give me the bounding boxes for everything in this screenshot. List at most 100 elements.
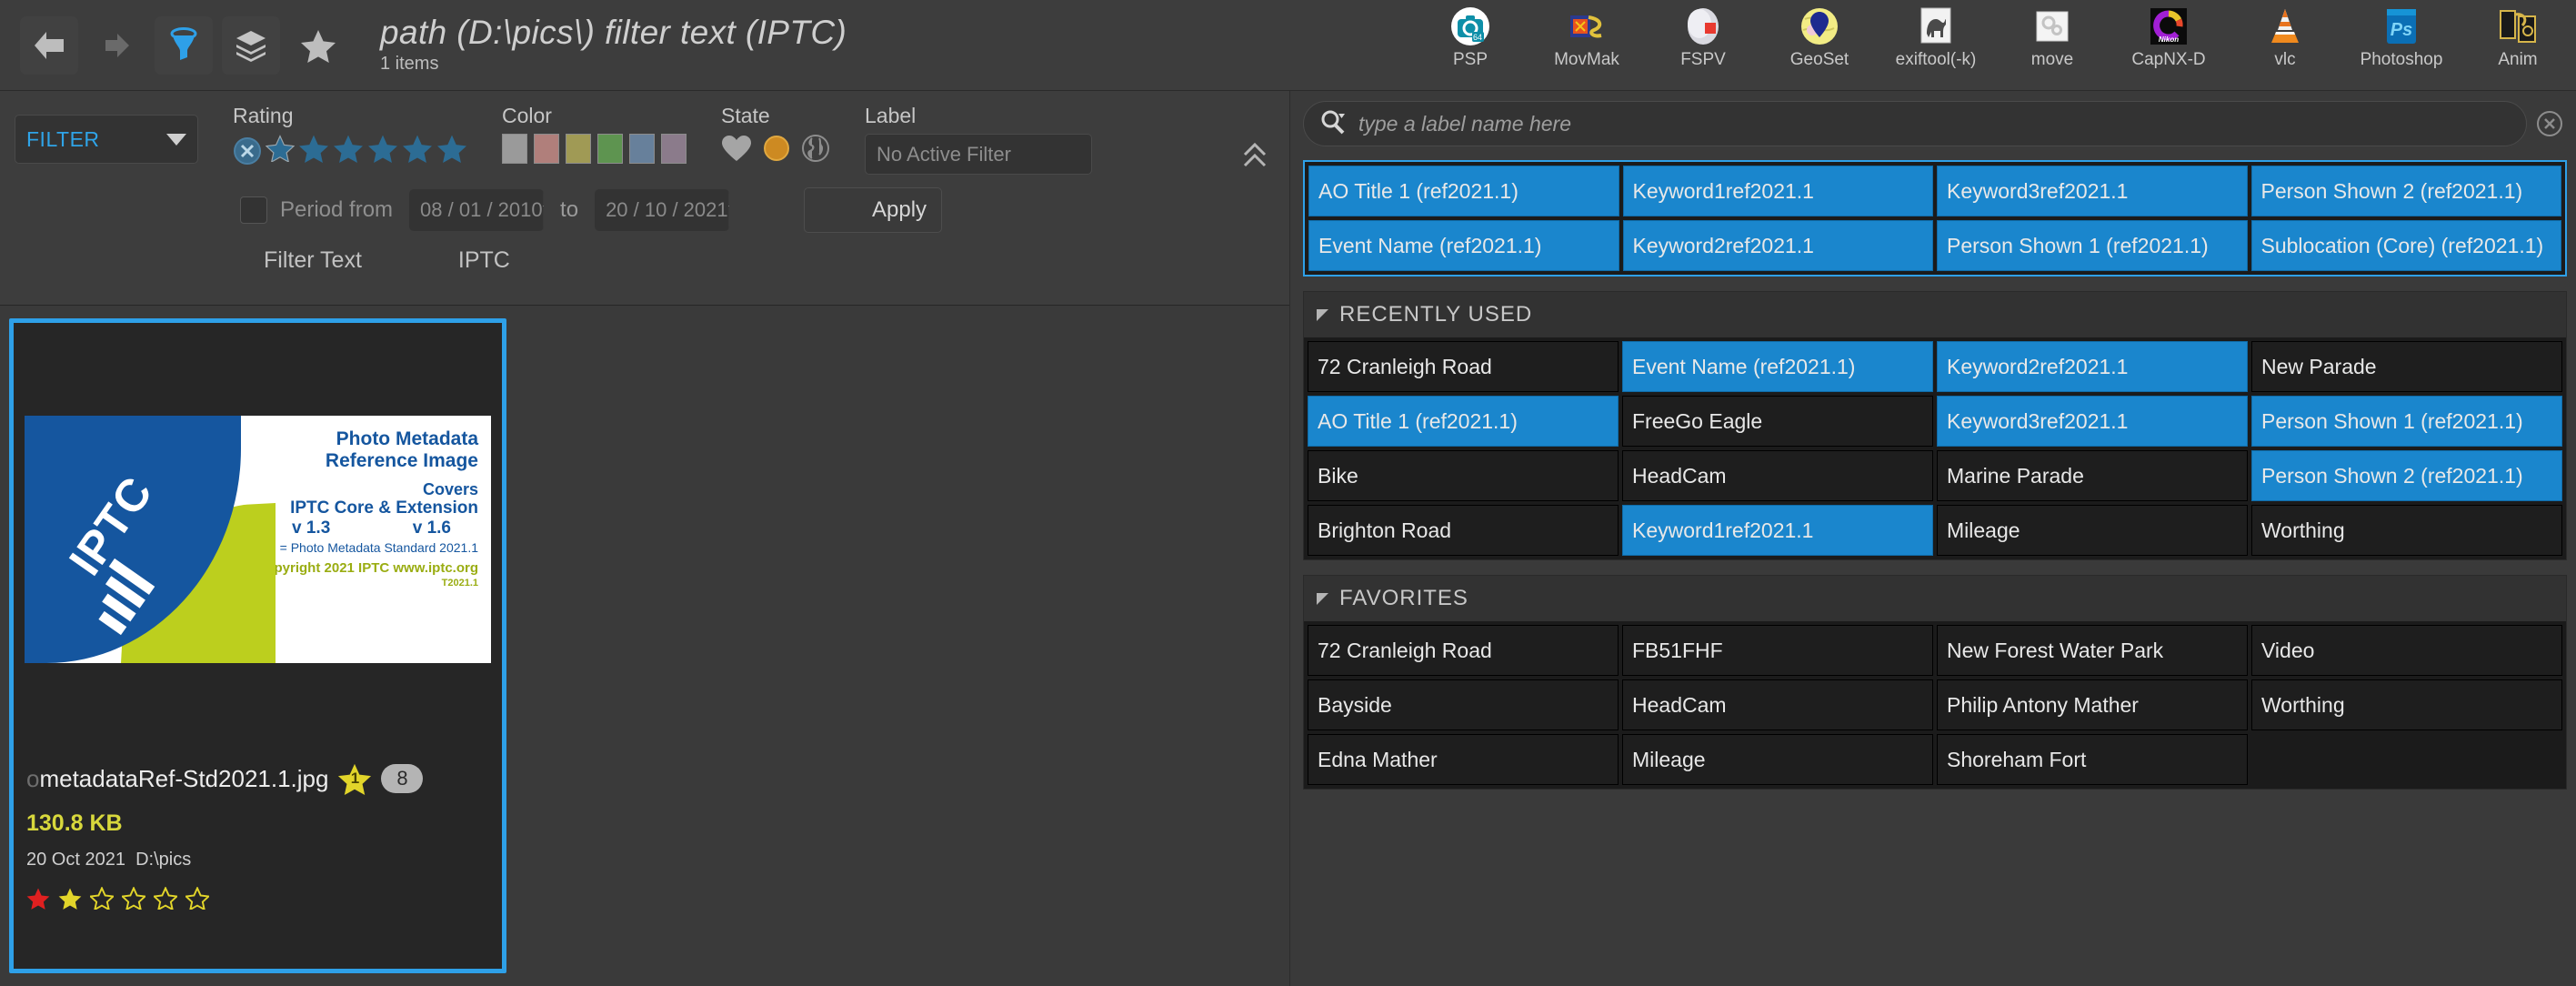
thumbnail-card[interactable]: IPTC Photo Metadata Reference Image Cove… [9, 318, 506, 973]
thumb-rating-star-6[interactable] [184, 886, 211, 914]
filter-mode-select[interactable]: FILTER [15, 115, 198, 164]
tag-cell[interactable]: Person Shown 2 (ref2021.1) [2250, 166, 2561, 216]
thumb-rating-star-5[interactable] [152, 886, 179, 914]
tag-cell[interactable]: HeadCam [1622, 450, 1933, 501]
tag-cell[interactable]: Sublocation (Core) (ref2021.1) [2250, 220, 2561, 271]
color-swatch-yellow[interactable] [566, 134, 591, 164]
active-label-field[interactable]: No Active Filter [865, 134, 1092, 175]
tag-cell[interactable]: Keyword2ref2021.1 [1622, 220, 1933, 271]
thumb-rating-star-1[interactable] [26, 887, 50, 914]
thumb-rating-star-2[interactable] [58, 887, 82, 914]
tag-cell[interactable]: Keyword2ref2021.1 [1937, 341, 2248, 392]
app-launcher-psp[interactable]: 64 PSP [1412, 0, 1529, 91]
date-to-dropdown[interactable] [727, 189, 730, 231]
app-launcher-bar: 64 PSP MovMak FSPV GeoSet exiftool(-k) m… [1412, 0, 2576, 91]
tag-cell[interactable]: Person Shown 2 (ref2021.1) [2251, 450, 2562, 501]
tag-cell[interactable]: HeadCam [1622, 679, 1933, 730]
circle-icon[interactable] [763, 135, 790, 166]
tag-cell[interactable]: Video [2251, 625, 2562, 676]
rating-star-3[interactable] [333, 134, 364, 167]
tag-cell[interactable]: Edna Mather [1308, 734, 1619, 785]
tag-cell[interactable]: Person Shown 1 (ref2021.1) [1937, 220, 2248, 271]
section-header[interactable]: FAVORITES [1304, 576, 2566, 621]
tag-cell[interactable]: New Forest Water Park [1937, 625, 2248, 676]
tag-cell[interactable]: Person Shown 1 (ref2021.1) [2251, 396, 2562, 447]
heart-icon[interactable] [721, 135, 752, 166]
tag-cell[interactable]: Worthing [2251, 679, 2562, 730]
rating-star-1[interactable] [265, 135, 296, 166]
tag-cell[interactable]: AO Title 1 (ref2021.1) [1308, 396, 1619, 447]
tag-cell[interactable]: FreeGo Eagle [1622, 396, 1933, 447]
app-launcher-fspv[interactable]: FSPV [1645, 0, 1761, 91]
tag-cell[interactable]: Brighton Road [1308, 505, 1619, 556]
color-swatch-grey[interactable] [502, 134, 527, 164]
clear-circle-icon[interactable] [2536, 110, 2563, 137]
tag-cell[interactable]: Event Name (ref2021.1) [1622, 341, 1933, 392]
layers-icon [234, 28, 268, 63]
section-header[interactable]: RECENTLY USED [1304, 292, 2566, 337]
collapse-triangle-icon[interactable] [1317, 308, 1328, 321]
app-launcher-vlc[interactable]: vlc [2227, 0, 2343, 91]
app-launcher-move[interactable]: move [1994, 0, 2110, 91]
tag-cell[interactable]: Keyword3ref2021.1 [1937, 396, 2248, 447]
tag-cell[interactable]: New Parade [2251, 341, 2562, 392]
collapse-triangle-icon[interactable] [1317, 592, 1328, 605]
app-launcher-movmak[interactable]: MovMak [1529, 0, 1645, 91]
search-input[interactable]: type a label name here [1358, 112, 1571, 136]
tag-cell[interactable]: Keyword1ref2021.1 [1622, 166, 1933, 216]
filter-text-value[interactable]: IPTC [458, 247, 510, 274]
color-swatch-blue[interactable] [629, 134, 655, 164]
rating-star-2[interactable] [298, 134, 329, 167]
tag-cell[interactable]: Keyword1ref2021.1 [1622, 505, 1933, 556]
tag-row: 72 Cranleigh Road FB51FHF New Forest Water… [1308, 625, 2562, 676]
favorites-button[interactable] [289, 16, 347, 75]
rating-star-4[interactable] [367, 134, 398, 167]
layers-button[interactable] [222, 15, 280, 75]
forward-button[interactable] [87, 16, 145, 75]
rating-star-6[interactable] [436, 134, 467, 167]
thumb-rating-star-4[interactable] [120, 886, 147, 914]
tag-cell[interactable]: Mileage [1622, 734, 1933, 785]
color-swatch-green[interactable] [597, 134, 623, 164]
color-swatch-purple[interactable] [661, 134, 687, 164]
chevron-up-double-icon[interactable] [1242, 140, 1268, 176]
thumbnail-rating[interactable] [26, 886, 489, 914]
label-search-bar: type a label name here [1290, 91, 2576, 156]
color-swatch-red[interactable] [534, 134, 559, 164]
app-launcher-geoset[interactable]: GeoSet [1761, 0, 1878, 91]
thumb-rating-star-3[interactable] [88, 886, 115, 914]
tag-cell[interactable]: 72 Cranleigh Road [1308, 341, 1619, 392]
tag-cell[interactable]: Mileage [1937, 505, 2248, 556]
color-swatches[interactable] [502, 134, 687, 164]
app-launcher-exiftool[interactable]: exiftool(-k) [1878, 0, 1994, 91]
app-launcher-capnxd[interactable]: Nikon CapNX-D [2110, 0, 2227, 91]
tag-cell[interactable]: Marine Parade [1937, 450, 2248, 501]
app-launcher-photoshop[interactable]: Ps Photoshop [2343, 0, 2460, 91]
app-label: vlc [2274, 50, 2296, 69]
date-to-field[interactable]: 20 / 10 / 2021 [595, 189, 730, 231]
date-from-field[interactable]: 08 / 01 / 2010 [409, 189, 545, 231]
state-icons[interactable] [721, 134, 830, 167]
tag-cell[interactable]: Bayside [1308, 679, 1619, 730]
tag-cell[interactable]: 72 Cranleigh Road [1308, 625, 1619, 676]
date-from-dropdown[interactable] [542, 189, 545, 231]
rating-star-5[interactable] [402, 134, 433, 167]
filter-toggle-button[interactable] [155, 15, 213, 75]
tag-cell[interactable]: AO Title 1 (ref2021.1) [1308, 166, 1619, 216]
globe-icon[interactable] [801, 134, 830, 167]
tag-cell[interactable]: Keyword3ref2021.1 [1937, 166, 2248, 216]
tag-cell[interactable]: Shoreham Fort [1937, 734, 2248, 785]
app-launcher-anim[interactable]: Anim [2460, 0, 2576, 91]
back-button[interactable] [20, 15, 78, 75]
rating-stars[interactable] [233, 134, 467, 167]
tag-cell[interactable]: FB51FHF [1622, 625, 1933, 676]
label-search-box[interactable]: type a label name here [1303, 101, 2527, 146]
tag-cell[interactable]: Event Name (ref2021.1) [1308, 220, 1619, 271]
tag-cell[interactable]: Philip Antony Mather [1937, 679, 2248, 730]
x-circle-icon[interactable] [233, 136, 262, 166]
search-icon[interactable] [1318, 108, 1346, 140]
period-checkbox[interactable] [240, 196, 267, 224]
tag-cell[interactable]: Bike [1308, 450, 1619, 501]
apply-button[interactable]: Apply [804, 187, 943, 233]
tag-cell[interactable]: Worthing [2251, 505, 2562, 556]
